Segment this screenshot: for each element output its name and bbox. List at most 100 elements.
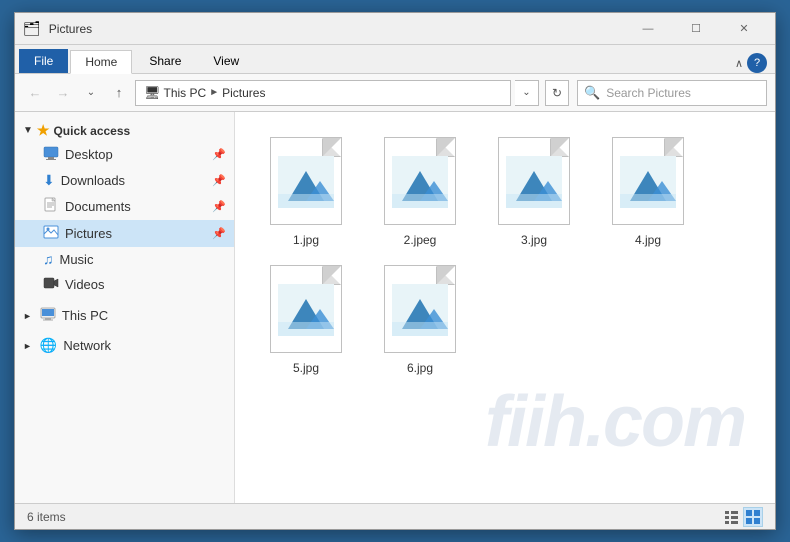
file-thumbnail-container [266,137,346,227]
doc-shape [498,137,570,225]
item-count: 6 items [27,510,66,524]
file-item-5jpg[interactable]: 5.jpg [251,256,361,380]
help-icon[interactable]: ? [747,53,767,73]
tab-share[interactable]: Share [134,49,196,73]
path-separator-1: ► [209,87,219,98]
mountain-image [392,284,448,336]
file-label-6jpg: 6.jpg [407,361,433,375]
doc-shape [384,265,456,353]
downloads-icon: ⬇ [43,172,55,189]
watermark: fiih.com [485,381,745,463]
window-title: Pictures [49,22,625,36]
minimize-button[interactable]: — [625,13,671,45]
sidebar-item-desktop[interactable]: Desktop 📌 [15,141,234,168]
network-icon: 🌐 [40,337,57,354]
large-icons-view-button[interactable] [743,507,763,527]
up-button[interactable]: ↑ [107,81,131,105]
path-this-pc: This PC [164,86,207,100]
sidebar-item-network[interactable]: ► 🌐 Network [15,333,234,358]
file-item-3jpg[interactable]: 3.jpg [479,128,589,252]
refresh-button[interactable]: ↻ [545,80,569,106]
path-dropdown-button[interactable]: ⌄ [515,80,539,106]
doc-shape [384,137,456,225]
sidebar-item-downloads[interactable]: ⬇ Downloads 📌 [15,168,234,193]
address-bar: ← → ⌄ ↑ 🖥 This PC ► Pictures ⌄ ↻ 🔍 Searc… [15,74,775,112]
desktop-label: Desktop [65,147,113,162]
doc-shape [270,265,342,353]
mountain-image [506,156,562,208]
sidebar-item-documents[interactable]: Documents 📌 [15,193,234,220]
file-label-5jpg: 5.jpg [293,361,319,375]
downloads-label: Downloads [61,173,125,188]
mountain-image [620,156,676,208]
file-label-2jpeg: 2.jpeg [404,233,437,247]
forward-button[interactable]: → [51,81,75,105]
pictures-icon [43,224,59,243]
network-label: Network [63,338,111,353]
quick-access-label: Quick access [53,124,130,138]
desktop-pin-icon: 📌 [212,148,226,161]
search-icon: 🔍 [584,85,600,101]
music-icon: ♫ [43,251,54,267]
file-label-1jpg: 1.jpg [293,233,319,247]
documents-label: Documents [65,199,131,214]
this-pc-label: This PC [62,308,108,323]
tab-file[interactable]: File [19,49,68,73]
this-pc-icon [40,306,56,325]
main-area: ▼ ★ Quick access Desktop 📌 ⬇ Downloads 📌 [15,112,775,503]
file-item-2jpeg[interactable]: 2.jpeg [365,128,475,252]
doc-shape [612,137,684,225]
path-pictures: Pictures [222,86,265,100]
sidebar-item-pictures[interactable]: Pictures 📌 [15,220,234,247]
documents-pin-icon: 📌 [212,200,226,213]
address-path[interactable]: 🖥 This PC ► Pictures [135,80,511,106]
tab-view[interactable]: View [198,49,254,73]
quick-access-chevron[interactable]: ▼ [23,125,33,136]
chevron-network-icon: ► [23,341,32,351]
chevron-this-pc-icon: ► [23,311,32,321]
file-item-4jpg[interactable]: 4.jpg [593,128,703,252]
file-area: fiih.com 1.jpg [235,112,775,503]
file-label-3jpg: 3.jpg [521,233,547,247]
title-bar-icons: 🗂 [23,20,41,37]
sidebar-item-videos[interactable]: Videos [15,271,234,298]
back-button[interactable]: ← [23,81,47,105]
sidebar-item-this-pc[interactable]: ► This PC [15,302,234,329]
collapse-ribbon-icon[interactable]: ∧ [735,57,743,70]
close-button[interactable]: ✕ [721,13,767,45]
file-label-4jpg: 4.jpg [635,233,661,247]
file-item-6jpg[interactable]: 6.jpg [365,256,475,380]
quick-access-header: ▼ ★ Quick access [15,116,234,141]
tab-home[interactable]: Home [70,50,132,74]
videos-icon [43,275,59,294]
file-thumbnail-container [380,137,460,227]
file-thumbnail-container [608,137,688,227]
file-explorer-window: 🗂 Pictures — ☐ ✕ File Home Share View ∧ … [14,12,776,530]
search-box[interactable]: 🔍 Search Pictures [577,80,767,106]
file-thumbnail-container [494,137,574,227]
file-thumbnail-container [266,265,346,355]
sidebar: ▼ ★ Quick access Desktop 📌 ⬇ Downloads 📌 [15,112,235,503]
mountain-image [278,156,334,208]
pictures-label: Pictures [65,226,112,241]
list-view-button[interactable] [721,507,741,527]
file-item-1jpg[interactable]: 1.jpg [251,128,361,252]
ribbon-tabs: File Home Share View ∧ ? [15,45,775,73]
maximize-button[interactable]: ☐ [673,13,719,45]
mountain-image [392,156,448,208]
status-bar: 6 items [15,503,775,529]
window-controls: — ☐ ✕ [625,13,767,45]
file-thumbnail-container [380,265,460,355]
titlebar-folder-icon: 🗂 [23,20,41,37]
desktop-icon [43,145,59,164]
music-label: Music [60,252,94,267]
sidebar-item-music[interactable]: ♫ Music [15,247,234,271]
videos-label: Videos [65,277,105,292]
path-pc-icon: 🖥 [144,85,161,101]
documents-icon [43,197,59,216]
recent-locations-button[interactable]: ⌄ [79,81,103,105]
ribbon: File Home Share View ∧ ? [15,45,775,74]
doc-shape [270,137,342,225]
mountain-image [278,284,334,336]
search-placeholder: Search Pictures [606,86,691,100]
